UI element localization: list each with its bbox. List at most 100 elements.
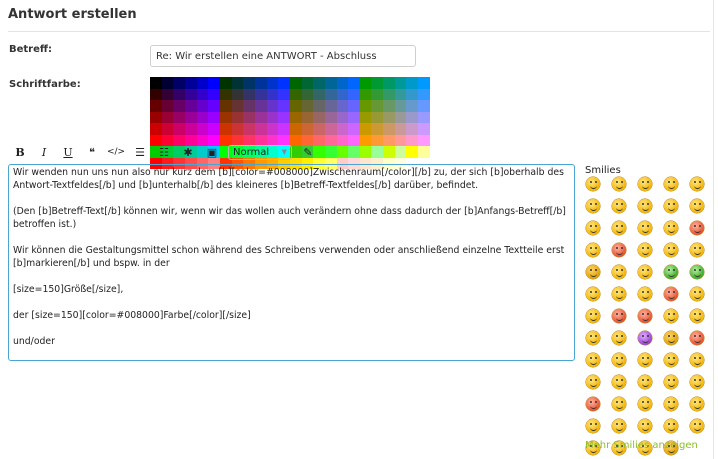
no-smiley-icon[interactable]	[690, 419, 704, 433]
color-swatch[interactable]	[196, 111, 209, 123]
color-swatch[interactable]	[324, 100, 337, 112]
color-swatch[interactable]	[359, 111, 372, 123]
color-swatch[interactable]	[394, 146, 407, 158]
color-swatch[interactable]	[254, 123, 267, 135]
color-swatch[interactable]	[278, 100, 290, 112]
roll-eyes-smiley-icon[interactable]	[586, 287, 600, 301]
color-swatch[interactable]	[184, 88, 197, 100]
party-smiley-icon[interactable]	[638, 353, 652, 367]
kiss-smiley-icon[interactable]	[664, 287, 678, 301]
neutral-smiley-icon[interactable]	[612, 265, 626, 279]
color-swatch[interactable]	[301, 111, 314, 123]
color-swatch[interactable]	[418, 123, 430, 135]
clown-smiley-icon[interactable]	[664, 375, 678, 389]
color-swatch[interactable]	[173, 100, 185, 112]
color-swatch[interactable]	[289, 77, 302, 89]
color-swatch[interactable]	[383, 146, 395, 158]
yes-smiley-icon[interactable]	[664, 419, 678, 433]
color-swatch[interactable]	[161, 111, 174, 123]
color-swatch[interactable]	[243, 100, 255, 112]
color-swatch[interactable]	[383, 88, 395, 100]
jester-smiley-icon[interactable]	[586, 397, 600, 411]
color-swatch[interactable]	[184, 77, 197, 89]
color-swatch[interactable]	[161, 100, 174, 112]
exclaim-smiley-icon[interactable]	[664, 243, 678, 257]
lol-smiley-icon[interactable]	[612, 309, 626, 323]
color-swatch[interactable]	[289, 88, 302, 100]
color-swatch[interactable]	[161, 123, 174, 135]
color-swatch[interactable]	[394, 77, 407, 89]
sick-smiley-icon[interactable]	[690, 287, 704, 301]
color-swatch[interactable]	[184, 123, 197, 135]
question-smiley-icon[interactable]	[690, 243, 704, 257]
color-swatch[interactable]	[243, 111, 255, 123]
color-swatch[interactable]	[371, 88, 384, 100]
color-swatch[interactable]	[313, 77, 325, 89]
color-swatch[interactable]	[184, 111, 197, 123]
color-swatch[interactable]	[173, 88, 185, 100]
color-swatch[interactable]	[208, 77, 220, 89]
wink-smiley-icon[interactable]	[690, 177, 704, 191]
color-swatch[interactable]	[383, 100, 395, 112]
color-swatch[interactable]	[336, 146, 349, 158]
color-swatch[interactable]	[173, 111, 185, 123]
nerd-smiley-icon[interactable]	[690, 199, 704, 213]
color-swatch[interactable]	[196, 123, 209, 135]
color-swatch[interactable]	[406, 111, 419, 123]
message-textarea[interactable]: Wir wenden nun uns nun also nur kurz dem…	[8, 164, 575, 361]
color-swatch[interactable]	[243, 123, 255, 135]
music-smiley-icon[interactable]	[586, 419, 600, 433]
glad-smiley-icon[interactable]	[586, 199, 600, 213]
color-swatch[interactable]	[219, 123, 232, 135]
color-swatch[interactable]	[196, 88, 209, 100]
color-swatch[interactable]	[208, 88, 220, 100]
color-swatch[interactable]	[243, 77, 255, 89]
happy-smiley-icon[interactable]	[664, 177, 678, 191]
sweat-smiley-icon[interactable]	[638, 287, 652, 301]
color-swatch[interactable]	[418, 100, 430, 112]
grin-smiley-icon[interactable]	[586, 177, 600, 191]
cat-smiley-icon[interactable]	[586, 243, 600, 257]
bold-button[interactable]: B	[8, 143, 32, 161]
yawn-smiley-icon[interactable]	[664, 309, 678, 323]
color-swatch[interactable]	[313, 123, 325, 135]
color-swatch[interactable]	[266, 88, 279, 100]
color-swatch[interactable]	[254, 111, 267, 123]
color-swatch[interactable]	[406, 100, 419, 112]
color-swatch[interactable]	[359, 77, 372, 89]
color-swatch[interactable]	[348, 88, 360, 100]
shades-smiley-icon[interactable]	[690, 309, 704, 323]
color-swatch[interactable]	[301, 88, 314, 100]
book-smiley-icon[interactable]	[612, 375, 626, 389]
color-swatch[interactable]	[219, 77, 232, 89]
alien-smiley-icon[interactable]	[664, 265, 678, 279]
ninja-smiley-icon[interactable]	[612, 419, 626, 433]
sleepy-smiley-icon[interactable]	[586, 331, 600, 345]
color-swatch[interactable]	[196, 77, 209, 89]
thinking-smiley-icon[interactable]	[586, 221, 600, 235]
color-swatch[interactable]	[336, 111, 349, 123]
color-swatch[interactable]	[394, 100, 407, 112]
color-swatch[interactable]	[324, 88, 337, 100]
color-swatch[interactable]	[348, 146, 360, 158]
color-swatch[interactable]	[383, 111, 395, 123]
color-swatch[interactable]	[406, 134, 419, 146]
color-swatch[interactable]	[219, 88, 232, 100]
color-swatch[interactable]	[406, 88, 419, 100]
color-swatch[interactable]	[266, 111, 279, 123]
evil-smiley-icon[interactable]	[638, 331, 652, 345]
font-size-select[interactable]: Normal ▼	[228, 144, 292, 160]
color-picker-icon[interactable]: ✎	[296, 143, 320, 161]
color-swatch[interactable]	[196, 100, 209, 112]
color-swatch[interactable]	[394, 111, 407, 123]
color-swatch[interactable]	[324, 123, 337, 135]
drink-smiley-icon[interactable]	[638, 419, 652, 433]
color-swatch[interactable]	[231, 100, 244, 112]
italic-button[interactable]: I	[32, 143, 56, 161]
color-swatch[interactable]	[359, 88, 372, 100]
color-swatch[interactable]	[383, 123, 395, 135]
subject-input[interactable]	[150, 45, 416, 67]
angry-smiley-icon[interactable]	[690, 221, 704, 235]
color-swatch[interactable]	[406, 146, 419, 158]
shock-smiley-icon[interactable]	[664, 199, 678, 213]
